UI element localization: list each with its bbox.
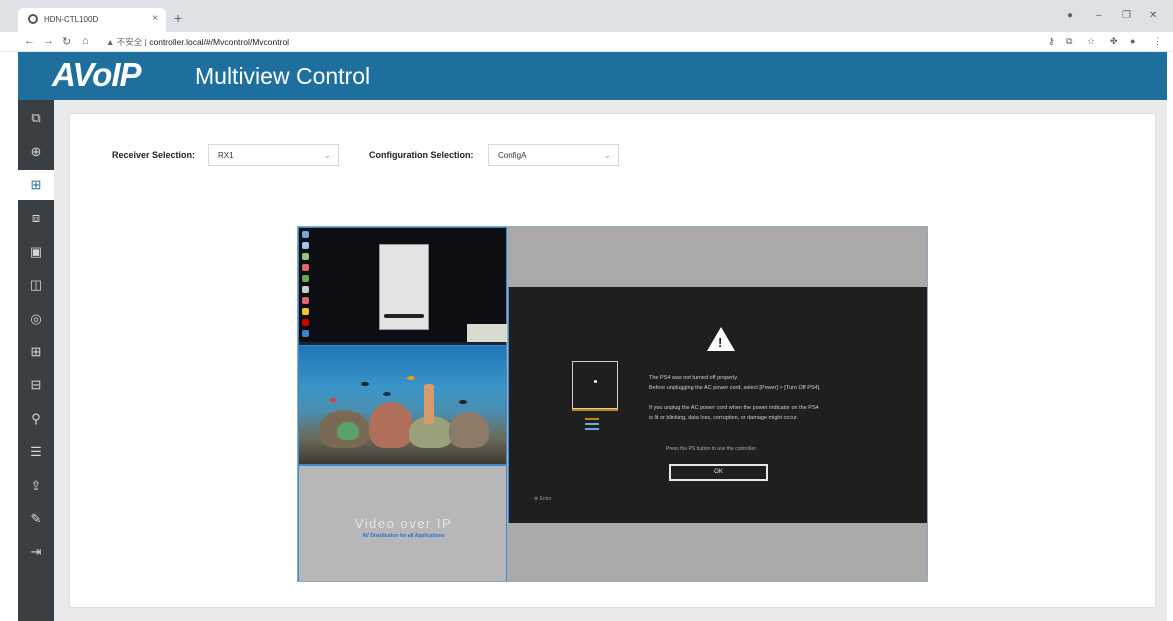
sidebar: ⧉ ⊕ ⊞ ⧈ ▣ ◫ ◎ ⊞ ⊟ ⚲ ☰ ⇪ ✎ ⇥ [18,100,54,621]
account-icon[interactable]: ● [1130,36,1135,46]
bookmark-star-icon[interactable]: ☆ [1087,36,1095,47]
multiview-preview: Video over IP AV Distribution for all Ap… [297,226,928,582]
ps4-message-line: Before unplugging the AC power cord, sel… [649,385,821,391]
chevron-down-icon: ⌄ [603,150,611,160]
media-icon[interactable]: ▣ [18,237,54,267]
vop-subtitle: AV Distribution for all Applications [362,533,445,539]
power-dot [594,380,597,383]
ok-button[interactable]: OK [669,464,768,481]
url-text: controller.local/#/Mvcontrol/Mvcontrol [149,37,290,47]
fish [407,376,415,380]
translate-icon[interactable]: ⧉ [1066,36,1072,47]
desktop-icon [302,308,309,315]
coral [337,422,359,440]
light-bar [585,428,599,430]
new-tab-button[interactable]: + [174,10,182,26]
ps4-console-icon [572,361,618,411]
desktop-icon [302,231,309,238]
extensions-icon[interactable]: ✤ [1110,36,1118,47]
desktop-icon [302,297,309,304]
fish [361,382,369,386]
tab-close-icon[interactable]: × [152,13,158,24]
url-field[interactable]: ▲ 不安全 | controller.local/#/Mvcontrol/Mvc… [106,36,289,48]
address-bar: ← → ↻ ⌂ ▲ 不安全 | controller.local/#/Mvcon… [0,32,1173,52]
ps4-message-line: is lit or blinking, data loss, corruptio… [649,415,799,421]
minimize-icon[interactable]: – [1096,10,1102,21]
desktop-icon [302,264,309,271]
rock [369,402,413,448]
desktop-icon [302,286,309,293]
power-indicator [572,409,618,411]
key-icon[interactable]: ⚷ [1048,36,1055,47]
fish [329,398,337,402]
close-window-icon[interactable]: ✕ [1149,10,1157,21]
ps4-message-line: The PS4 was not turned off properly. [649,375,739,381]
configuration-select[interactable]: ConfigA ⌄ [488,144,619,166]
signal-icon[interactable]: ◎ [18,304,54,334]
configuration-selection-label: Configuration Selection: [369,150,474,160]
desktop-icon [302,330,309,337]
page-title: Multiview Control [195,63,371,89]
preview-icon[interactable]: ⧉ [18,103,54,133]
reload-icon[interactable]: ↻ [62,35,71,48]
forward-arrow-icon[interactable]: → [43,35,54,47]
upload-icon[interactable]: ⇪ [18,471,54,501]
settings-icon[interactable]: ☰ [18,437,54,467]
browser-tab[interactable]: HDN-CTL100D × [18,8,166,32]
videowall-icon[interactable]: ⊟ [18,370,54,400]
add-circle-icon[interactable]: ⊕ [18,137,54,167]
ps4-hint: Press the PS button to use the controlle… [666,446,757,452]
ps4-message-line: If you unplug the AC power cord when the… [649,405,819,411]
grid-icon[interactable]: ⊞ [18,337,54,367]
notification-thumb [467,324,507,342]
warning-exclamation: ! [718,335,723,350]
layers-icon[interactable]: ⧈ [18,203,54,233]
coral [424,384,434,424]
configuration-select-value: ConfigA [498,151,527,160]
chevron-down-icon: ⌄ [323,150,331,160]
controller-icon [585,418,599,433]
rock [449,412,489,448]
vop-title: Video over IP [354,516,453,531]
ps4-warning-dialog: ! The PS4 was not turned off properly. B… [508,287,927,523]
window-video-over-ip[interactable]: Video over IP AV Distribution for all Ap… [298,465,507,581]
desktop-icon [302,242,309,249]
logout-icon[interactable]: ⇥ [18,537,54,567]
receiver-selection-label: Receiver Selection: [112,150,196,160]
security-warning: ▲ 不安全 | [106,37,147,47]
user-icon[interactable]: ⚲ [18,404,54,434]
small-dialog [379,244,429,330]
browser-tab-bar: HDN-CTL100D × + ● – ❐ ✕ [0,0,1173,32]
maximize-icon[interactable]: ❐ [1122,10,1131,21]
enter-hint: ⊗ Enter [534,496,552,502]
home-icon[interactable]: ⌂ [82,35,89,47]
receiver-select-value: RX1 [218,151,234,160]
dialog-button-bar [384,314,424,318]
window-desktop[interactable] [298,227,507,346]
receiver-select[interactable]: RX1 ⌄ [208,144,339,166]
site-favicon-icon [28,14,38,24]
desktop-icon [302,275,309,282]
desktop-icon [302,319,309,326]
profile-circle-icon[interactable]: ● [1067,10,1073,21]
display-icon[interactable]: ◫ [18,270,54,300]
tab-title: HDN-CTL100D [44,15,99,24]
desktop-icon [302,253,309,260]
light-bar [585,418,599,420]
fish [459,400,467,404]
back-arrow-icon[interactable]: ← [24,35,35,47]
menu-dots-icon[interactable]: ⋮ [1153,36,1162,47]
tools-icon[interactable]: ✎ [18,504,54,534]
app-header: AVoIP Multiview Control [18,52,1167,100]
light-bar [585,423,599,425]
fish [383,392,391,396]
multiview-icon[interactable]: ⊞ [18,170,54,200]
avoip-logo: AVoIP [52,56,142,93]
window-aquarium[interactable] [298,345,507,465]
